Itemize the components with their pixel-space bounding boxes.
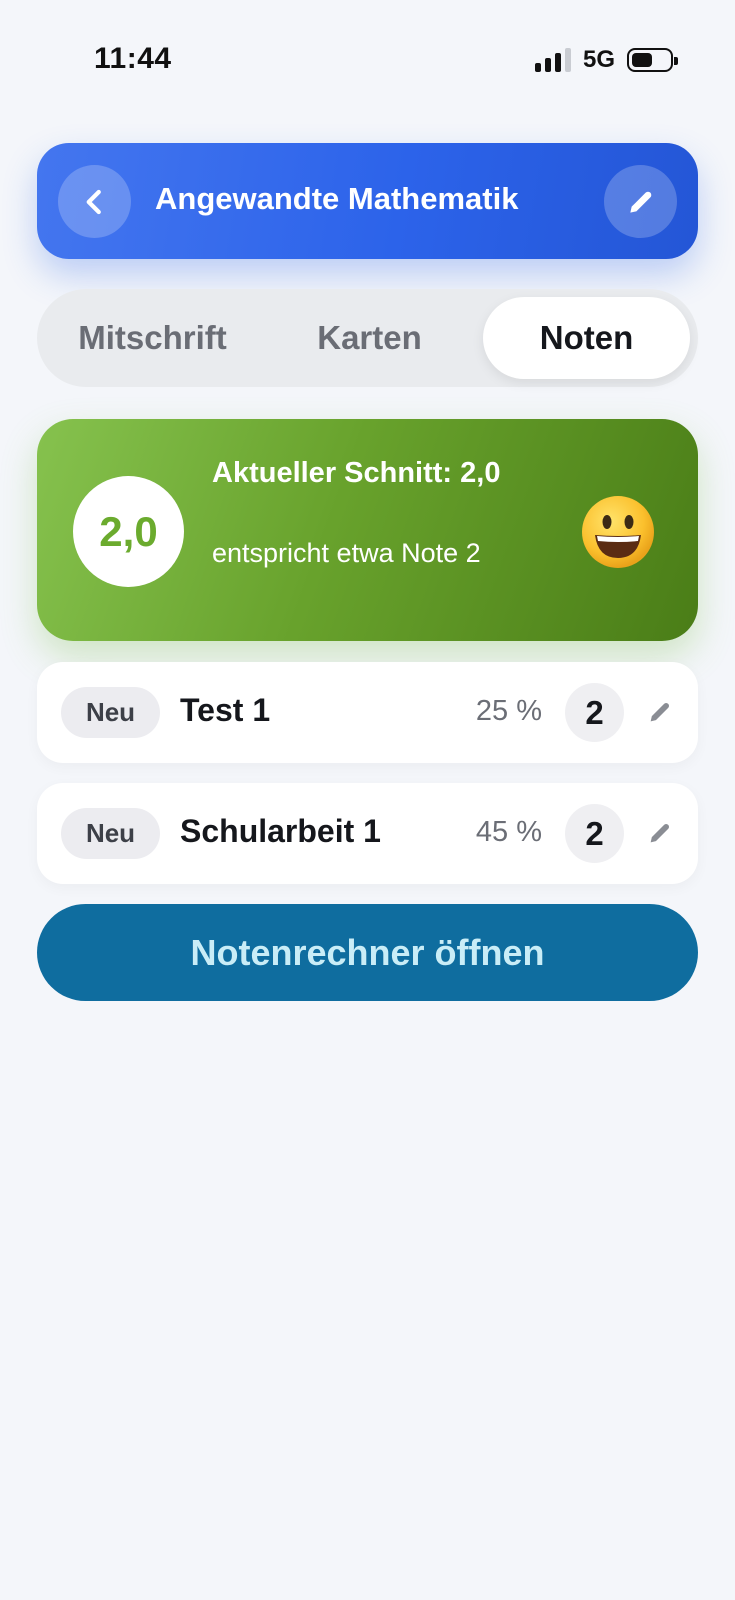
- grade-row-schularbeit-1[interactable]: Neu Schularbeit 1 45 % 2: [37, 783, 698, 884]
- average-value: 2,0: [73, 476, 184, 587]
- page-title: Angewandte Mathematik: [155, 181, 519, 216]
- grade-title: Test 1: [180, 692, 271, 728]
- tab-karten[interactable]: Karten: [262, 297, 477, 379]
- pencil-icon[interactable]: [646, 819, 674, 847]
- new-badge: Neu: [61, 687, 160, 738]
- segment-tabs: Mitschrift Karten Noten: [37, 289, 698, 387]
- open-grade-calculator-button[interactable]: Notenrechner öffnen: [37, 904, 698, 1001]
- back-button[interactable]: [58, 165, 131, 238]
- grade-weight: 25 %: [475, 695, 542, 727]
- chevron-left-icon: [86, 189, 101, 214]
- status-bar: 11:44 5G: [0, 0, 735, 120]
- battery-icon: [627, 48, 678, 72]
- grade-row-test-1[interactable]: Neu Test 1 25 % 2: [37, 662, 698, 763]
- average-title: Aktueller Schnitt: 2,0: [212, 457, 501, 489]
- battery-level: [632, 53, 652, 67]
- grade-value: 2: [565, 804, 624, 863]
- grade-weight: 45 %: [475, 816, 542, 848]
- status-time: 11:44: [94, 42, 172, 75]
- tab-noten[interactable]: Noten: [483, 297, 690, 379]
- edit-subject-button[interactable]: [604, 165, 677, 238]
- average-subtitle: entspricht etwa Note 2: [212, 538, 481, 568]
- grade-title: Schularbeit 1: [180, 813, 381, 849]
- status-indicators: 5G: [534, 46, 678, 74]
- grinning-face-icon: [582, 496, 654, 568]
- pencil-icon[interactable]: [646, 698, 674, 726]
- average-summary-card: 2,0 Aktueller Schnitt: 2,0 entspricht et…: [37, 419, 698, 641]
- pencil-icon: [629, 191, 651, 213]
- grade-value: 2: [565, 683, 624, 742]
- tab-mitschrift[interactable]: Mitschrift: [45, 297, 260, 379]
- network-label: 5G: [582, 46, 615, 73]
- new-badge: Neu: [61, 808, 160, 859]
- signal-icon: [534, 48, 571, 72]
- subject-header: Angewandte Mathematik: [37, 143, 698, 259]
